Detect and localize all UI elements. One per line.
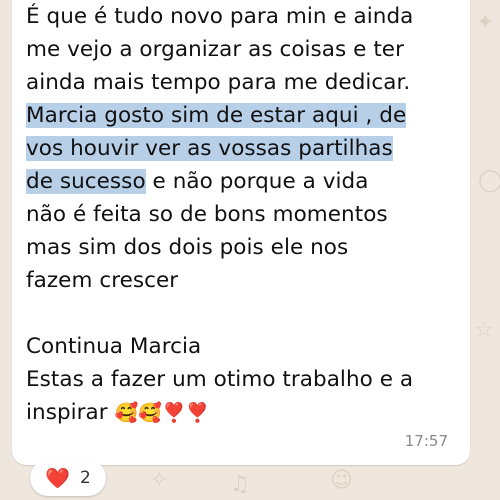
background-doodle-icon: ✦ (476, 10, 495, 35)
background-doodle-icon: ♫ (230, 472, 250, 497)
message-fragment: e não porque a vida (145, 169, 369, 194)
message-text: É que é tudo novo para min e ainda me ve… (26, 0, 466, 429)
selected-text[interactable]: Marcia gosto sim de estar aqui , de (26, 103, 407, 128)
emoji-group: 🥰🥰❣️❣️ (114, 402, 210, 424)
message-line: Estas a fazer um otimo trabalho e a (26, 367, 414, 392)
message-line: fazem crescer (26, 268, 179, 293)
background-doodle-icon: ☺ (330, 468, 353, 493)
message-line: ainda mais tempo para me dedicar. (26, 70, 411, 95)
reaction-badge[interactable]: ❤️ 2 (30, 460, 106, 496)
message-line: de sucesso e não porque a vida (26, 165, 466, 198)
message-line-selected: Marcia gosto sim de estar aqui , de (26, 99, 466, 132)
background-doodle-icon: ☆ (474, 318, 494, 343)
selected-text[interactable]: vos houvir ver as vossas partilhas (26, 136, 393, 161)
message-fragment: inspirar (26, 400, 108, 425)
message-line: não é feita so de bons momentos (26, 202, 388, 227)
heart-icon: ❤️ (45, 466, 71, 490)
reaction-count: 2 (80, 468, 91, 488)
background-doodle-icon: ✧ (150, 468, 169, 493)
message-line: inspirar 🥰🥰❣️❣️ (26, 396, 466, 429)
message-line: Continua Marcia (26, 334, 202, 359)
background-doodle-icon: ◯ (478, 168, 500, 193)
message-timestamp: 17:57 (404, 432, 448, 450)
message-line-selected: vos houvir ver as vossas partilhas (26, 132, 466, 165)
message-line: me vejo a organizar as coisas e ter (26, 37, 404, 62)
message-line: mas sim dos dois pois ele nos (26, 235, 349, 260)
message-line: É que é tudo novo para min e ainda (26, 4, 414, 29)
selected-text[interactable]: de sucesso (26, 169, 146, 194)
